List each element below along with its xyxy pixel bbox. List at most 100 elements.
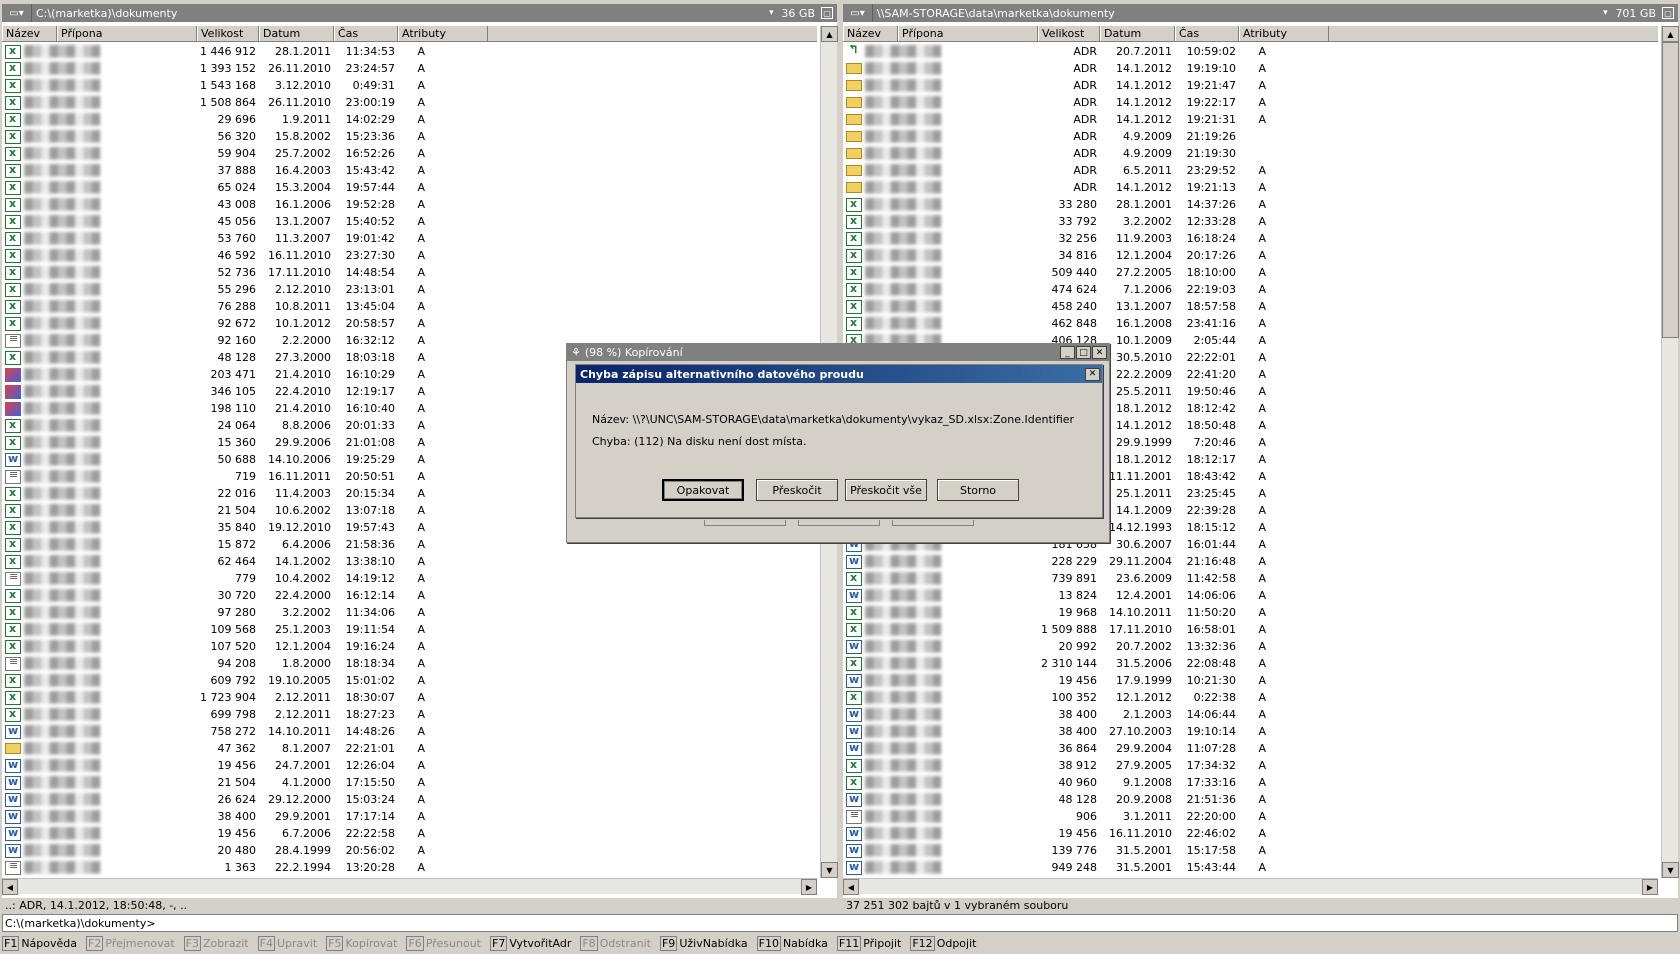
fkey-f8[interactable]: F8 Odstranit (580, 935, 651, 951)
table-row[interactable]: ▓▒░▓▒▓░▒▓ ADR 14.1.2012 19:21:47 A (843, 77, 1658, 94)
table-row[interactable]: ▓▒░▓▒▓░▒▓ 19 456 16.11.2010 22:46:02 A (843, 825, 1658, 842)
table-row[interactable]: ▓▒░▓▒▓░▒▓ 462 848 16.1.2008 23:41:16 A (843, 315, 1658, 332)
minimize-icon[interactable]: _ (1060, 346, 1075, 359)
column-header[interactable]: Čas (1175, 26, 1239, 41)
table-row[interactable]: ▓▒░▓▒▓░▒▓ 139 776 31.5.2001 15:17:58 A (843, 842, 1658, 859)
table-row[interactable]: ▓▒░▓▒▓░▒▓ 758 272 14.10.2011 14:48:26 A (2, 723, 817, 740)
maximize-icon[interactable]: □ (1076, 346, 1091, 359)
table-row[interactable]: ▓▒░▓▒▓░▒▓ 1 363 22.2.1994 13:20:28 A (2, 859, 817, 876)
close-icon[interactable]: ✕ (1092, 346, 1107, 359)
history-dropdown-icon[interactable]: ▾ (761, 8, 781, 18)
left-drive-dropdown[interactable]: ▭ ▾ (2, 4, 32, 22)
table-row[interactable]: ▓▒░▓▒▓░▒▓ 53 760 11.3.2007 19:01:42 A (2, 230, 817, 247)
table-row[interactable]: ▓▒░▓▒▓░▒▓ 55 296 2.12.2010 23:13:01 A (2, 281, 817, 298)
table-row[interactable]: ▓▒░▓▒▓░▒▓ ADR 6.5.2011 23:29:52 A (843, 162, 1658, 179)
table-row[interactable]: ▓▒░▓▒▓░▒▓ 739 891 23.6.2009 11:42:58 A (843, 570, 1658, 587)
skip-all-button[interactable]: Přeskočit vše (845, 479, 927, 501)
table-row[interactable]: ▓▒░▓▒▓░▒▓ 34 816 12.1.2004 20:17:26 A (843, 247, 1658, 264)
table-row[interactable]: ▓▒░▓▒▓░▒▓ 2 310 144 31.5.2006 22:08:48 A (843, 655, 1658, 672)
table-row[interactable]: ▓▒░▓▒▓░▒▓ 107 520 12.1.2004 19:16:24 A (2, 638, 817, 655)
fkey-f4[interactable]: F4 Upravit (257, 935, 317, 951)
cancel-button[interactable]: Storno (937, 479, 1019, 501)
table-row[interactable]: ▓▒░▓▒▓░▒▓ ADR 14.1.2012 19:19:10 A (843, 60, 1658, 77)
table-row[interactable]: ▓▒░▓▒▓░▒▓ 1 509 888 17.11.2010 16:58:01 A (843, 621, 1658, 638)
table-row[interactable]: ▓▒░▓▒▓░▒▓ 1 508 864 26.11.2010 23:00:19 A (2, 94, 817, 111)
table-row[interactable]: ▓▒░▓▒▓░▒▓ 609 792 19.10.2005 15:01:02 A (2, 672, 817, 689)
table-row[interactable]: ▓▒░▓▒▓░▒▓ 109 568 25.1.2003 19:11:54 A (2, 621, 817, 638)
fkey-f7[interactable]: F7 VytvořitAdr (490, 935, 571, 951)
table-row[interactable]: ▓▒░▓▒▓░▒▓ 1 393 152 26.11.2010 23:24:57 A (2, 60, 817, 77)
right-path[interactable]: \\SAM-STORAGE\data\marketka\dokumenty (873, 7, 1595, 20)
table-row[interactable]: ▓▒░▓▒▓░▒▓ 40 960 9.1.2008 17:33:16 A (843, 774, 1658, 791)
table-row[interactable]: ▓▒░▓▒▓░▒▓ 33 280 28.1.2001 14:37:26 A (843, 196, 1658, 213)
fkey-f9[interactable]: F9 UživNabídka (659, 935, 748, 951)
table-row[interactable]: ▓▒░▓▒▓░▒▓ 36 864 29.9.2004 11:07:28 A (843, 740, 1658, 757)
right-vertical-scrollbar[interactable]: ▲ ▼ (1661, 26, 1679, 878)
scroll-thumb[interactable] (1662, 42, 1679, 338)
table-row[interactable]: ▓▒░▓▒▓░▒▓ 32 256 11.9.2003 16:18:24 A (843, 230, 1658, 247)
table-row[interactable]: ▓▒░▓▒▓░▒▓ 62 464 14.1.2002 13:38:10 A (2, 553, 817, 570)
table-row[interactable]: ▓▒░▓▒▓░▒▓ 38 912 27.9.2005 17:34:32 A (843, 757, 1658, 774)
table-row[interactable]: ▓▒░▓▒▓░▒▓ 1 723 904 2.12.2011 18:30:07 A (2, 689, 817, 706)
table-row[interactable]: ▓▒░▓▒▓░▒▓ 47 362 8.1.2007 22:21:01 A (2, 740, 817, 757)
table-row[interactable]: ▓▒░▓▒▓░▒▓ 29 696 1.9.2011 14:02:29 A (2, 111, 817, 128)
table-row[interactable]: ▓▒░▓▒▓░▒▓ 56 320 15.8.2002 15:23:36 A (2, 128, 817, 145)
right-drive-dropdown[interactable]: ▭ ▾ (843, 4, 873, 22)
fkey-f1[interactable]: F1 Nápověda (2, 935, 77, 951)
root-button[interactable]: ▢ (1662, 7, 1674, 19)
table-row[interactable]: ▓▒░▓▒▓░▒▓ 30 720 22.4.2000 16:12:14 A (2, 587, 817, 604)
table-row[interactable]: ▓▒░▓▒▓░▒▓ 59 904 25.7.2002 16:52:26 A (2, 145, 817, 162)
table-row[interactable]: ▓▒░▓▒▓░▒▓ 1 446 912 28.1.2011 11:34:53 A (2, 43, 817, 60)
table-row[interactable]: ▓▒░▓▒▓░▒▓ 699 798 2.12.2011 18:27:23 A (2, 706, 817, 723)
table-row[interactable]: ▓▒░▓▒▓░▒▓ 37 888 16.4.2003 15:43:42 A (2, 162, 817, 179)
table-row[interactable]: ▓▒░▓▒▓░▒▓ 52 736 17.11.2010 14:48:54 A (2, 264, 817, 281)
left-path[interactable]: C:\(marketka)\dokumenty (32, 7, 761, 20)
scroll-right-icon[interactable]: ▶ (1642, 879, 1658, 895)
table-row[interactable]: ▓▒░▓▒▓░▒▓ 779 10.4.2002 14:19:12 A (2, 570, 817, 587)
right-horizontal-scrollbar[interactable]: ◀ ▶ (843, 878, 1658, 895)
column-header[interactable]: Velikost (197, 26, 259, 41)
table-row[interactable]: ▓▒░▓▒▓░▒▓ 20 992 20.7.2002 13:32:36 A (843, 638, 1658, 655)
scroll-right-icon[interactable]: ▶ (801, 879, 817, 895)
table-row[interactable]: ▓▒░▓▒▓░▒▓ 906 3.1.2011 22:20:00 A (843, 808, 1658, 825)
fkey-f3[interactable]: F3 Zobrazit (183, 935, 249, 951)
column-header[interactable]: Atributy (398, 26, 488, 41)
table-row[interactable]: ▓▒░▓▒▓░▒▓ 19 456 6.7.2006 22:22:58 A (2, 825, 817, 842)
root-button[interactable]: ▢ (821, 7, 833, 19)
column-header[interactable]: Název (2, 26, 57, 41)
scroll-up-icon[interactable]: ▲ (1662, 26, 1679, 42)
close-icon[interactable]: ✕ (1085, 367, 1100, 381)
table-row[interactable]: ▓▒░▓▒▓░▒▓ 19 456 17.9.1999 10:21:30 A (843, 672, 1658, 689)
skip-button[interactable]: Přeskočit (756, 479, 838, 501)
table-row[interactable]: ▓▒░▓▒▓░▒▓ 94 208 1.8.2000 18:18:34 A (2, 655, 817, 672)
table-row[interactable]: ▓▒░▓▒▓░▒▓ 509 440 27.2.2005 18:10:00 A (843, 264, 1658, 281)
scroll-left-icon[interactable]: ◀ (843, 879, 859, 895)
table-row[interactable]: ▓▒░▓▒▓░▒▓ 1 543 168 3.12.2010 0:49:31 A (2, 77, 817, 94)
table-row[interactable]: ▓▒░▓▒▓░▒▓ 38 400 29.9.2001 17:17:14 A (2, 808, 817, 825)
column-header[interactable]: Datum (1100, 26, 1175, 41)
table-row[interactable]: ▓▒░▓▒▓░▒▓ 458 240 13.1.2007 18:57:58 A (843, 298, 1658, 315)
table-row[interactable]: ▓▒░▓▒▓░▒▓ 474 624 7.1.2006 22:19:03 A (843, 281, 1658, 298)
fkey-f5[interactable]: F5 Kopírovat (326, 935, 397, 951)
table-row[interactable]: ▓▒░▓▒▓░▒▓ ADR 14.1.2012 19:21:13 A (843, 179, 1658, 196)
table-row[interactable]: ▓▒░▓▒▓░▒▓ 45 056 13.1.2007 15:40:52 A (2, 213, 817, 230)
column-header[interactable]: Přípona (898, 26, 1038, 41)
table-row[interactable]: ▓▒░▓▒▓░▒▓ ADR 14.1.2012 19:21:31 A (843, 111, 1658, 128)
table-row[interactable]: ▓▒░▓▒▓░▒▓ 228 229 29.11.2004 21:16:48 A (843, 553, 1658, 570)
table-row[interactable]: ▓▒░▓▒▓░▒▓ ADR 4.9.2009 21:19:30 (843, 145, 1658, 162)
table-row[interactable]: ▓▒░▓▒▓░▒▓ ADR 20.7.2011 10:59:02 A (843, 43, 1658, 60)
column-header[interactable]: Atributy (1239, 26, 1329, 41)
fkey-f6[interactable]: F6 Přesunout (406, 935, 481, 951)
column-header[interactable]: Velikost (1038, 26, 1100, 41)
table-row[interactable]: ▓▒░▓▒▓░▒▓ 38 400 27.10.2003 19:10:14 A (843, 723, 1658, 740)
fkey-f12[interactable]: F12 Odpojit (910, 935, 976, 951)
table-row[interactable]: ▓▒░▓▒▓░▒▓ 26 624 29.12.2000 15:03:24 A (2, 791, 817, 808)
scroll-down-icon[interactable]: ▼ (821, 862, 838, 878)
table-row[interactable]: ▓▒░▓▒▓░▒▓ 20 480 28.4.1999 20:56:02 A (2, 842, 817, 859)
table-row[interactable]: ▓▒░▓▒▓░▒▓ 76 288 10.8.2011 13:45:04 A (2, 298, 817, 315)
fkey-f10[interactable]: F10 Nabídka (756, 935, 828, 951)
column-header[interactable]: Datum (259, 26, 334, 41)
fkey-f11[interactable]: F11 Připojit (836, 935, 901, 951)
fkey-f2[interactable]: F2 Přejmenovat (86, 935, 175, 951)
table-row[interactable]: ▓▒░▓▒▓░▒▓ 19 968 14.10.2011 11:50:20 A (843, 604, 1658, 621)
